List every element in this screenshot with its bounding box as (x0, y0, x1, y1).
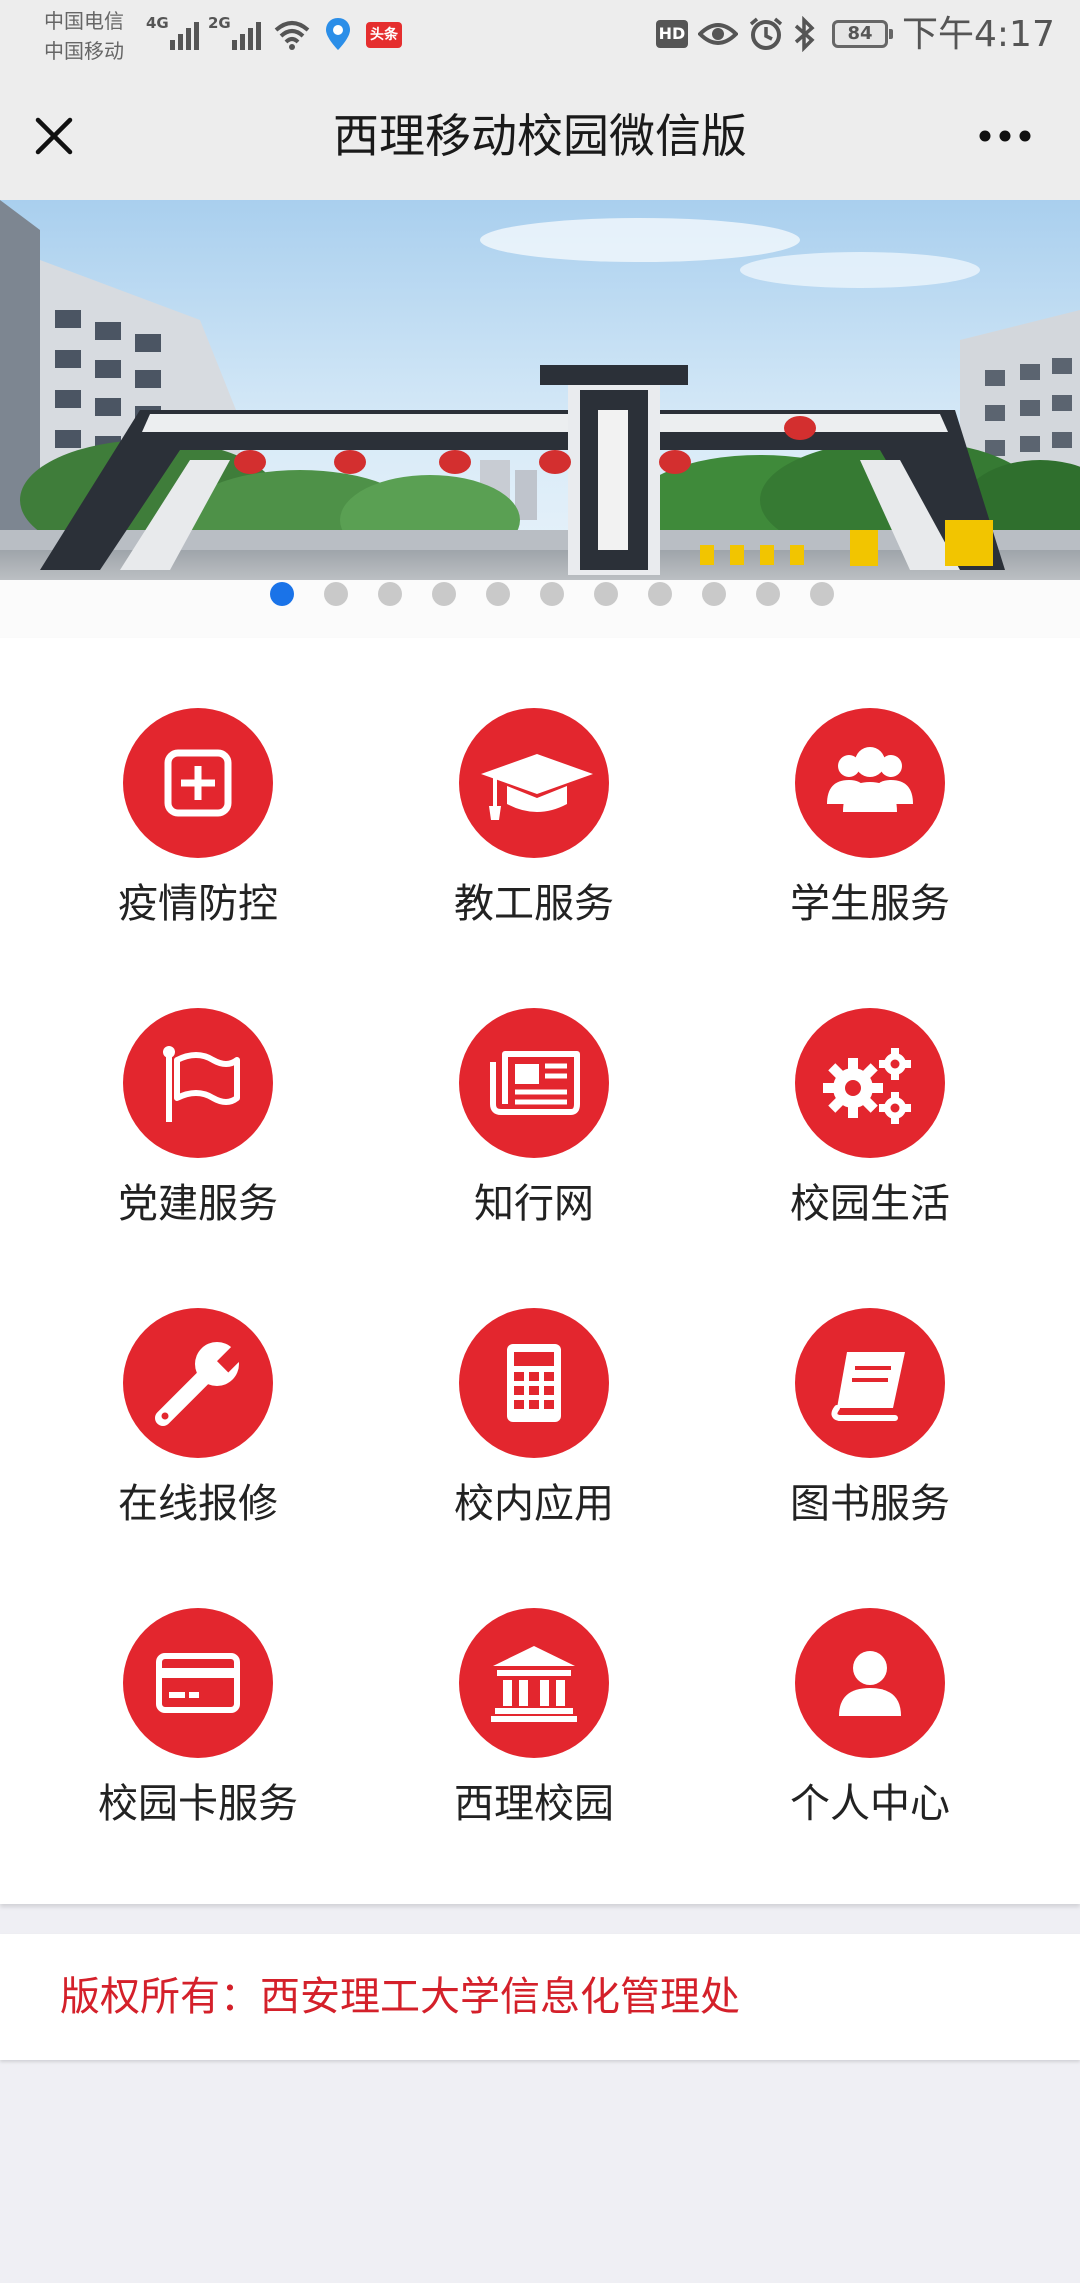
menu-icon-circle (795, 1008, 945, 1158)
menu-item-label: 知行网 (474, 1181, 594, 1227)
banner-carousel[interactable] (0, 200, 1080, 638)
carrier-info: 中国电信 中国移动 (44, 6, 124, 66)
menu-icon-circle (795, 708, 945, 858)
menu-icon-circle (459, 1008, 609, 1158)
carrier-1-label: 中国电信 (44, 9, 124, 33)
flag-icon (163, 1046, 240, 1122)
bluetooth-icon (794, 16, 815, 52)
menu-item-staff-services[interactable]: 教工服务 (384, 708, 684, 968)
medical-plus-icon (164, 749, 232, 817)
carousel-dot[interactable] (594, 582, 618, 606)
carousel-indicator (0, 582, 1080, 606)
menu-icon-circle (123, 1308, 273, 1458)
menu-item-personal-center[interactable]: 个人中心 (720, 1608, 1020, 1868)
page-root: 中国电信 中国移动 4G 2G 头条 HD 84 下午4:17 西理移动校园微信… (0, 0, 1080, 2283)
network-4g-label: 4G (146, 14, 169, 32)
carousel-dot[interactable] (540, 582, 564, 606)
copyright-footer: 版权所有：西安理工大学信息化管理处 (0, 1934, 1080, 2060)
menu-icon-circle (123, 1008, 273, 1158)
book-icon (831, 1352, 905, 1421)
more-icon[interactable] (970, 104, 1040, 168)
menu-item-label: 西理校园 (454, 1781, 614, 1827)
menu-item-label: 图书服务 (790, 1481, 950, 1527)
location-icon (326, 18, 350, 50)
menu-item-label: 学生服务 (790, 881, 950, 927)
carousel-dot[interactable] (432, 582, 456, 606)
menu-icon-circle (459, 708, 609, 858)
menu-item-label: 在线报修 (118, 1481, 278, 1527)
menu-icon-circle (459, 1608, 609, 1758)
menu-item-label: 教工服务 (454, 881, 614, 927)
gears-icon (823, 1048, 911, 1124)
menu-item-epidemic-control[interactable]: 疫情防控 (48, 708, 348, 968)
clock-time: 下午4:17 (902, 14, 1055, 55)
menu-icon-circle (795, 1308, 945, 1458)
menu-icon-circle (123, 1608, 273, 1758)
network-2g-label: 2G (208, 14, 231, 32)
menu-item-library-services[interactable]: 图书服务 (720, 1308, 1020, 1568)
user-icon (839, 1651, 901, 1716)
menu-item-zhixing-net[interactable]: 知行网 (384, 1008, 684, 1268)
calculator-icon (507, 1344, 561, 1422)
menu-item-label: 个人中心 (790, 1781, 950, 1827)
menu-icon-circle (123, 708, 273, 858)
menu-item-label: 党建服务 (118, 1181, 278, 1227)
menu-icon-circle (795, 1608, 945, 1758)
menu-item-online-repair[interactable]: 在线报修 (48, 1308, 348, 1568)
carousel-dot[interactable] (702, 582, 726, 606)
status-bar: 中国电信 中国移动 4G 2G 头条 HD 84 下午4:17 (0, 0, 1080, 76)
campus-gate-photo (0, 200, 1080, 638)
carousel-dot[interactable] (324, 582, 348, 606)
carousel-dot[interactable] (648, 582, 672, 606)
alarm-icon (749, 17, 783, 50)
eye-comfort-icon (698, 23, 738, 45)
users-group-icon (827, 747, 913, 812)
wifi-icon (274, 21, 310, 50)
menu-item-campus-card[interactable]: 校园卡服务 (48, 1608, 348, 1868)
carrier-2-label: 中国移动 (44, 39, 124, 63)
carousel-dot[interactable] (810, 582, 834, 606)
close-icon[interactable] (22, 104, 86, 168)
menu-item-label: 疫情防控 (118, 881, 278, 927)
news-app-badge: 头条 (366, 22, 402, 48)
menu-item-party-building[interactable]: 党建服务 (48, 1008, 348, 1268)
carousel-dot[interactable] (378, 582, 402, 606)
menu-item-campus-apps[interactable]: 校内应用 (384, 1308, 684, 1568)
menu-item-student-services[interactable]: 学生服务 (720, 708, 1020, 968)
menu-item-label: 校园卡服务 (98, 1781, 298, 1827)
credit-card-icon (156, 1653, 240, 1713)
carousel-dot[interactable] (486, 582, 510, 606)
nav-bar: 西理移动校园微信版 (0, 76, 1080, 200)
menu-item-campus-life[interactable]: 校园生活 (720, 1008, 1020, 1268)
battery-icon: 84 (832, 20, 893, 48)
service-grid: 疫情防控 教工服务 学生服务 党建服务 知行网 校园生活 在线报修 校内应用 图… (0, 638, 1080, 1904)
menu-icon-circle (459, 1308, 609, 1458)
page-title: 西理移动校园微信版 (333, 109, 747, 163)
carousel-dot-active[interactable] (270, 582, 294, 606)
copyright-text: 版权所有：西安理工大学信息化管理处 (60, 1974, 740, 2020)
newspaper-icon (490, 1051, 580, 1115)
hd-voice-badge: HD (656, 20, 688, 48)
menu-item-xili-campus[interactable]: 西理校园 (384, 1608, 684, 1868)
menu-item-label: 校园生活 (790, 1181, 950, 1227)
wrench-icon (155, 1342, 247, 1426)
carousel-dot[interactable] (756, 582, 780, 606)
university-building-icon (491, 1646, 577, 1722)
menu-item-label: 校内应用 (454, 1481, 614, 1527)
graduation-cap-icon (481, 754, 593, 820)
